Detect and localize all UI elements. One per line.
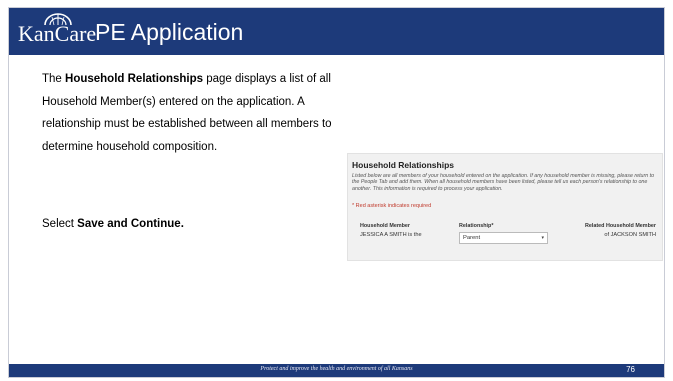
footer-tagline: Protect and improve the health and envir… (260, 366, 413, 372)
column-header-related: Related Household Member (585, 223, 656, 229)
panel-title: Household Relationships (352, 160, 455, 170)
select-prefix: Select (42, 218, 78, 230)
page-title: PE Application (95, 19, 244, 45)
intro-bold: Household Relationships (65, 73, 204, 85)
household-relationships-panel: Household Relationships Listed below are… (347, 153, 663, 261)
instruction-text: Select Save and Continue. (42, 217, 184, 231)
required-note: * Red asterisk indicates required (352, 203, 432, 209)
intro-prefix: The (42, 73, 66, 85)
footer-bar: Protect and improve the health and envir… (9, 364, 664, 377)
relationship-select-value: Parent (463, 235, 481, 241)
chevron-down-icon: ▾ (541, 235, 544, 241)
relationship-select[interactable]: Parent ▾ (459, 232, 548, 244)
panel-description: Listed below are all members of your hou… (352, 173, 655, 192)
select-bold: Save and Continue. (77, 218, 184, 230)
slide: KanCare PE Application The Household Rel… (8, 7, 665, 378)
page-number: 76 (626, 365, 635, 374)
related-member-cell: of JACKSON SMITH (604, 232, 656, 238)
intro-paragraph: The Household Relationships page display… (42, 68, 362, 158)
column-header-member: Household Member (360, 223, 411, 229)
kancare-logo: KanCare (18, 13, 96, 48)
dome-icon (44, 13, 72, 26)
household-member-cell: JESSICA A SMITH is the (360, 232, 422, 238)
column-header-relationship: Relationship* (459, 223, 494, 229)
header-bar: KanCare PE Application (9, 8, 664, 55)
